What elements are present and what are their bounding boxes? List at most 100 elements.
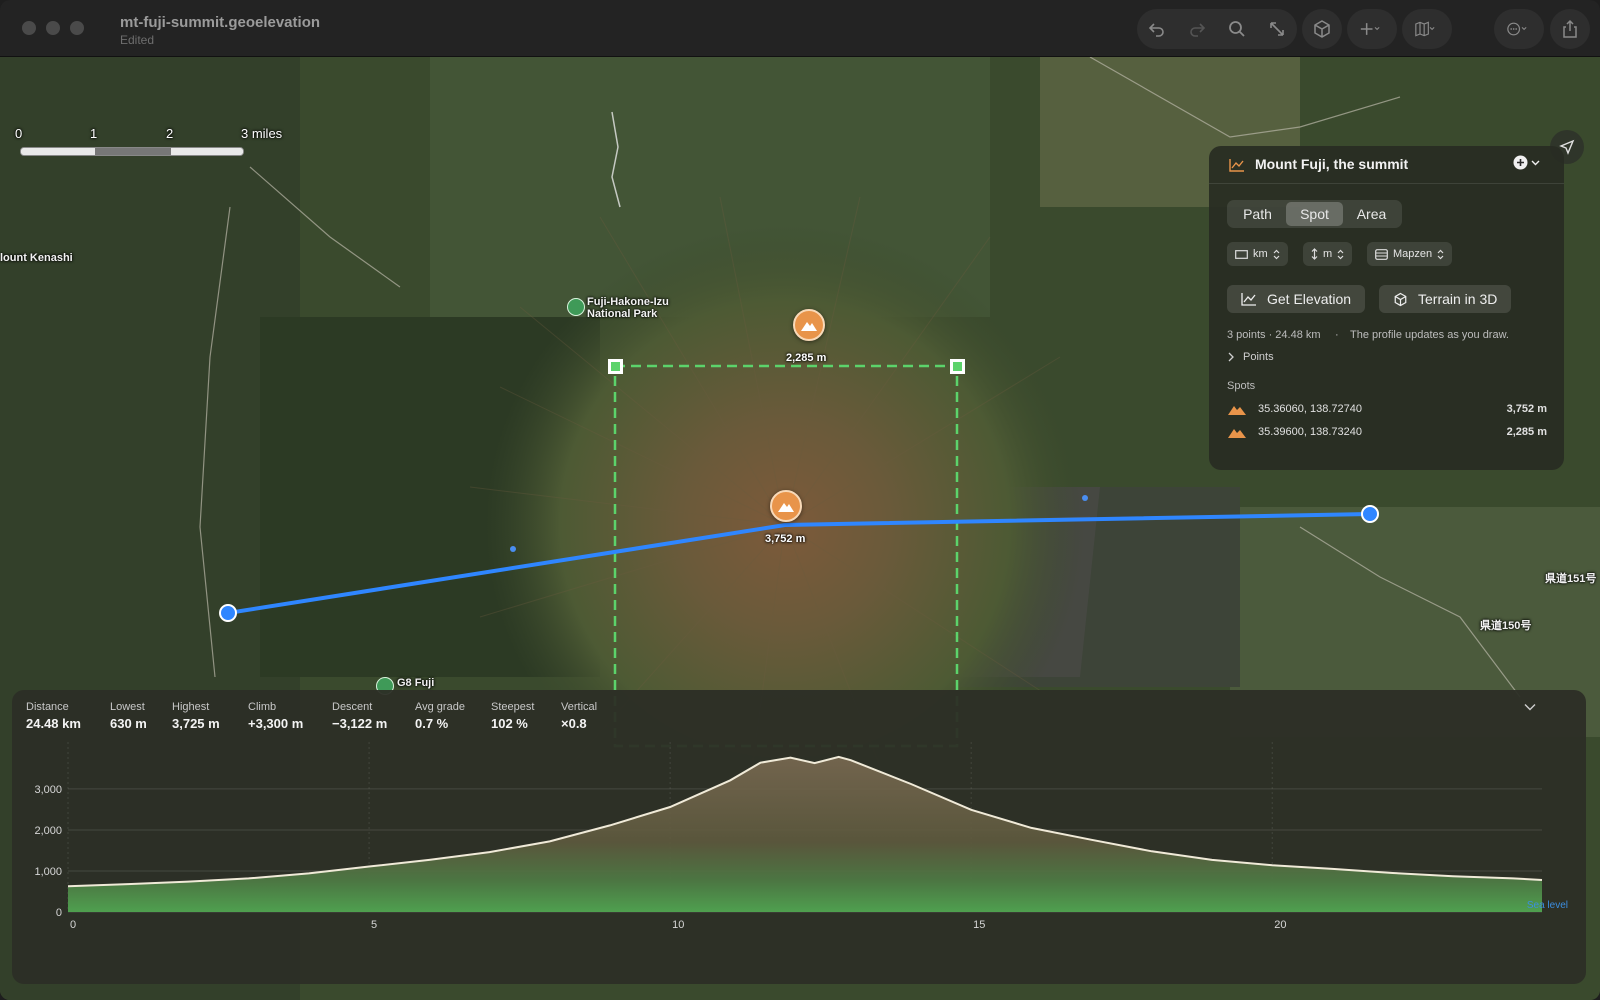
elevation-chart-icon [1241, 293, 1256, 306]
y-tick-label: 2,000 [34, 825, 62, 837]
redo-button[interactable] [1177, 9, 1217, 49]
profile-hint: The profile updates as you draw. [1350, 329, 1509, 341]
undo-button[interactable] [1137, 9, 1177, 49]
path-summary: 3 points · 24.48 km [1227, 329, 1321, 341]
more-icon [1507, 22, 1527, 36]
cube-icon [1314, 20, 1330, 38]
updown-icon [1337, 249, 1344, 259]
points-disclosure[interactable]: Points [1227, 351, 1274, 363]
place-label-park: Fuji-Hakone-Izu National Park [587, 296, 669, 320]
panel-header: Mount Fuji, the summit [1209, 146, 1564, 184]
undo-icon [1148, 23, 1164, 37]
terrain-3d-button[interactable]: Terrain in 3D [1379, 285, 1512, 313]
spot-pin-label-2285: 2,285 m [786, 352, 827, 364]
more-button[interactable] [1494, 9, 1540, 49]
height-unit-value: m [1323, 248, 1333, 260]
mountain-icon [778, 503, 794, 512]
spot-coordinates: 35.39600, 138.73240 [1258, 426, 1362, 438]
more-toolbar-group [1494, 9, 1544, 49]
scale-label-2: 2 [166, 126, 174, 141]
map-style-button[interactable] [1402, 9, 1448, 49]
scale-bar [20, 147, 244, 156]
tab-area[interactable]: Area [1343, 202, 1400, 226]
document-title: mt-fuji-summit.geoelevation [120, 14, 321, 31]
points-label: Points [1243, 351, 1274, 363]
road-label-150: 県道150号 [1480, 620, 1532, 632]
x-tick-label: 0 [70, 919, 76, 931]
document-status: Edited [120, 33, 155, 47]
y-tick-label: 0 [56, 907, 62, 919]
add-toolbar-group [1347, 9, 1397, 49]
distance-unit-value: km [1253, 248, 1268, 260]
map-style-toolbar-group [1402, 9, 1452, 49]
x-tick-label: 15 [973, 919, 985, 931]
spot-coordinates: 35.36060, 138.72740 [1258, 403, 1362, 415]
distance-unit-select[interactable]: km [1227, 242, 1288, 266]
elevation-chart-icon [1229, 159, 1244, 172]
summary-separator: · [1335, 329, 1339, 341]
mountain-icon [1228, 406, 1246, 415]
title-bar: mt-fuji-summit.geoelevation Edited [0, 0, 1600, 57]
elevation-chart[interactable]: 0 1,000 2,000 3,000 0 5 10 15 20 Sea level [12, 690, 1586, 984]
spots-heading: Spots [1227, 380, 1256, 392]
share-toolbar-group [1550, 9, 1590, 49]
resize-icon [1270, 22, 1284, 36]
share-icon [1563, 19, 1577, 38]
scale-label-0: 0 [15, 126, 23, 141]
cube-icon [1394, 292, 1407, 306]
terrain-3d-label: Terrain in 3D [1418, 291, 1498, 307]
zoom-window-button[interactable] [70, 21, 84, 35]
app-window: mt-fuji-summit.geoelevation Edited 0 1 2… [0, 0, 1600, 1000]
road-label-151: 県道151号 [1545, 573, 1597, 585]
plus-circle-icon [1513, 155, 1528, 170]
x-tick-label: 5 [371, 919, 377, 931]
tab-spot[interactable]: Spot [1286, 202, 1343, 226]
edit-toolbar-group [1137, 9, 1297, 49]
add-spot-button[interactable] [1513, 155, 1540, 170]
share-button[interactable] [1550, 9, 1590, 49]
add-menu-button[interactable] [1347, 9, 1393, 49]
updown-icon [1273, 249, 1280, 259]
x-tick-label: 10 [672, 919, 684, 931]
resize-button[interactable] [1257, 9, 1297, 49]
area-handle-top-right[interactable] [950, 359, 965, 374]
spot-row[interactable]: 35.36060, 138.72740 3,752 m [1227, 401, 1547, 419]
vertical-arrows-icon [1311, 248, 1318, 260]
3d-view-button[interactable] [1302, 9, 1342, 49]
ruler-icon [1235, 249, 1248, 259]
inspector-panel: Mount Fuji, the summit Path Spot Area km… [1209, 146, 1564, 470]
elevation-area [68, 756, 1542, 912]
x-tick-label: 20 [1274, 919, 1286, 931]
route-end-point[interactable] [1361, 505, 1379, 523]
spot-pin-3752[interactable] [770, 490, 802, 522]
chevron-down-icon [1531, 160, 1540, 166]
spot-elevation: 3,752 m [1506, 403, 1547, 415]
search-button[interactable] [1217, 9, 1257, 49]
spot-elevation: 2,285 m [1506, 426, 1547, 438]
route-start-point[interactable] [219, 604, 237, 622]
spot-row[interactable]: 35.39600, 138.73240 2,285 m [1227, 424, 1547, 442]
spot-pin-2285[interactable] [793, 309, 825, 341]
park-icon [567, 298, 585, 316]
mountain-icon [1228, 429, 1246, 438]
place-label-g8-fuji: G8 Fuji [397, 677, 435, 689]
panel-title: Mount Fuji, the summit [1255, 156, 1409, 172]
elevation-profile-panel: Distance 24.48 km Lowest 630 m Highest 3… [12, 690, 1586, 984]
updown-icon [1437, 249, 1444, 259]
tab-path[interactable]: Path [1229, 202, 1286, 226]
y-tick-label: 3,000 [34, 784, 62, 796]
get-elevation-button[interactable]: Get Elevation [1227, 285, 1366, 313]
redo-icon [1190, 23, 1206, 37]
y-tick-label: 1,000 [34, 866, 62, 878]
database-icon [1375, 248, 1388, 260]
area-handle-top-left[interactable] [608, 359, 623, 374]
scale-label-1: 1 [90, 126, 98, 141]
close-window-button[interactable] [22, 21, 36, 35]
plus-icon [1360, 23, 1380, 35]
data-source-select[interactable]: Mapzen [1367, 242, 1453, 266]
map-icon [1415, 21, 1435, 37]
scale-label-3: 3 miles [241, 126, 283, 141]
minimize-window-button[interactable] [46, 21, 60, 35]
spot-pin-label-3752: 3,752 m [765, 533, 806, 545]
height-unit-select[interactable]: m [1303, 242, 1353, 266]
